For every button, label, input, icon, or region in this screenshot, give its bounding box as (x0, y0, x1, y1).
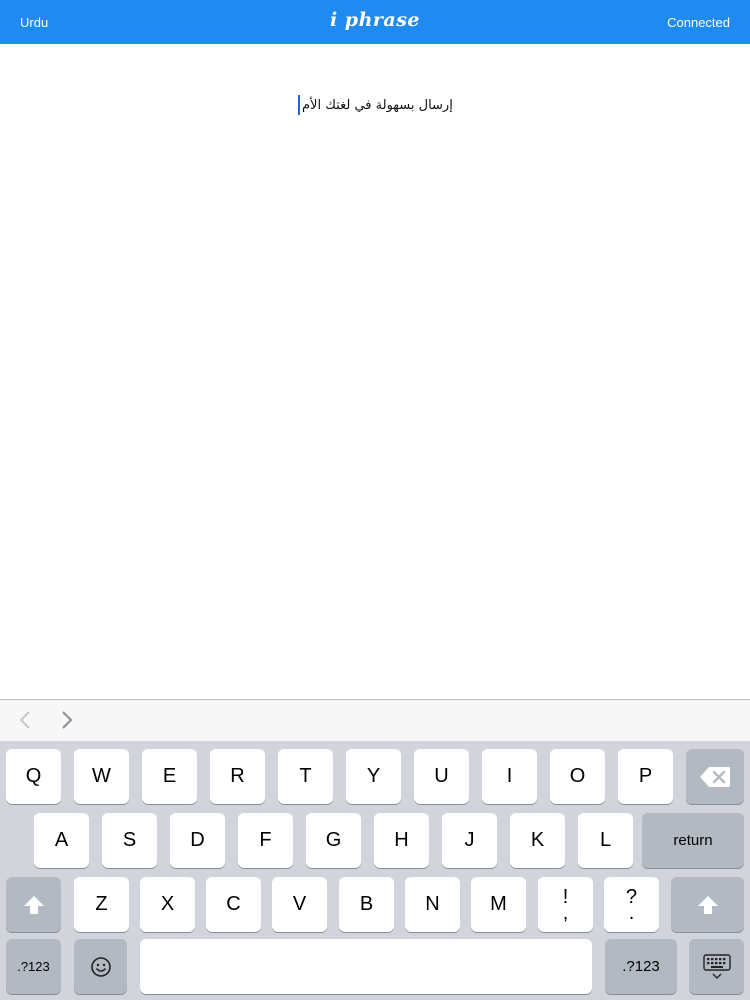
emoji-key[interactable] (74, 939, 127, 994)
key-exclamation-comma[interactable]: ! , (538, 877, 593, 932)
editor-line[interactable]: إرسال بسهولة في لغتك الأم (298, 94, 453, 116)
key-s[interactable]: S (102, 813, 157, 868)
key-v[interactable]: V (272, 877, 327, 932)
backspace-icon (700, 766, 730, 787)
key-b[interactable]: B (339, 877, 394, 932)
numbers-key-left[interactable]: .?123 (6, 939, 61, 994)
keyboard-hide-icon (702, 953, 731, 979)
shift-key-right[interactable] (671, 877, 744, 932)
text-caret (298, 95, 300, 115)
app-title: i phrase (329, 9, 421, 31)
input-accessory-bar (0, 699, 750, 741)
key-comma-label: , (562, 901, 569, 924)
key-f[interactable]: F (238, 813, 293, 868)
key-question-period[interactable]: ? . (604, 877, 659, 932)
key-e[interactable]: E (142, 749, 197, 804)
key-y[interactable]: Y (346, 749, 401, 804)
key-u[interactable]: U (414, 749, 469, 804)
key-m[interactable]: M (471, 877, 526, 932)
shift-key-left[interactable] (6, 877, 61, 932)
key-j[interactable]: J (442, 813, 497, 868)
key-c[interactable]: C (206, 877, 261, 932)
chevron-right-icon[interactable] (54, 708, 78, 732)
return-key[interactable]: return (642, 813, 744, 868)
numbers-key-left-label: .?123 (17, 959, 50, 974)
key-d[interactable]: D (170, 813, 225, 868)
key-k[interactable]: K (510, 813, 565, 868)
keyboard: Q W E R T Y U I O P A S D F G H J K L re… (0, 741, 750, 1000)
key-l[interactable]: L (578, 813, 633, 868)
key-w[interactable]: W (74, 749, 129, 804)
text-editor[interactable]: إرسال بسهولة في لغتك الأم (0, 44, 750, 699)
editor-text: إرسال بسهولة في لغتك الأم (302, 97, 453, 113)
hide-keyboard-key[interactable] (689, 939, 744, 994)
space-key[interactable] (140, 939, 592, 994)
key-t[interactable]: T (278, 749, 333, 804)
key-g[interactable]: G (306, 813, 361, 868)
numbers-key-right-label: .?123 (622, 958, 660, 975)
key-z[interactable]: Z (74, 877, 129, 932)
key-p[interactable]: P (618, 749, 673, 804)
delete-key[interactable] (686, 749, 744, 804)
navigation-bar: Urdu i phrase Connected (0, 0, 750, 44)
shift-icon (697, 895, 718, 914)
key-h[interactable]: H (374, 813, 429, 868)
key-r[interactable]: R (210, 749, 265, 804)
key-o[interactable]: O (550, 749, 605, 804)
emoji-icon (90, 956, 111, 977)
connection-status-button[interactable]: Connected (667, 15, 730, 30)
key-period-label: . (628, 901, 635, 924)
key-a[interactable]: A (34, 813, 89, 868)
shift-icon (23, 895, 44, 914)
chevron-left-icon[interactable] (14, 708, 38, 732)
key-q[interactable]: Q (6, 749, 61, 804)
return-key-label: return (673, 832, 713, 849)
numbers-key-right[interactable]: .?123 (605, 939, 677, 994)
key-x[interactable]: X (140, 877, 195, 932)
key-n[interactable]: N (405, 877, 460, 932)
key-i[interactable]: I (482, 749, 537, 804)
